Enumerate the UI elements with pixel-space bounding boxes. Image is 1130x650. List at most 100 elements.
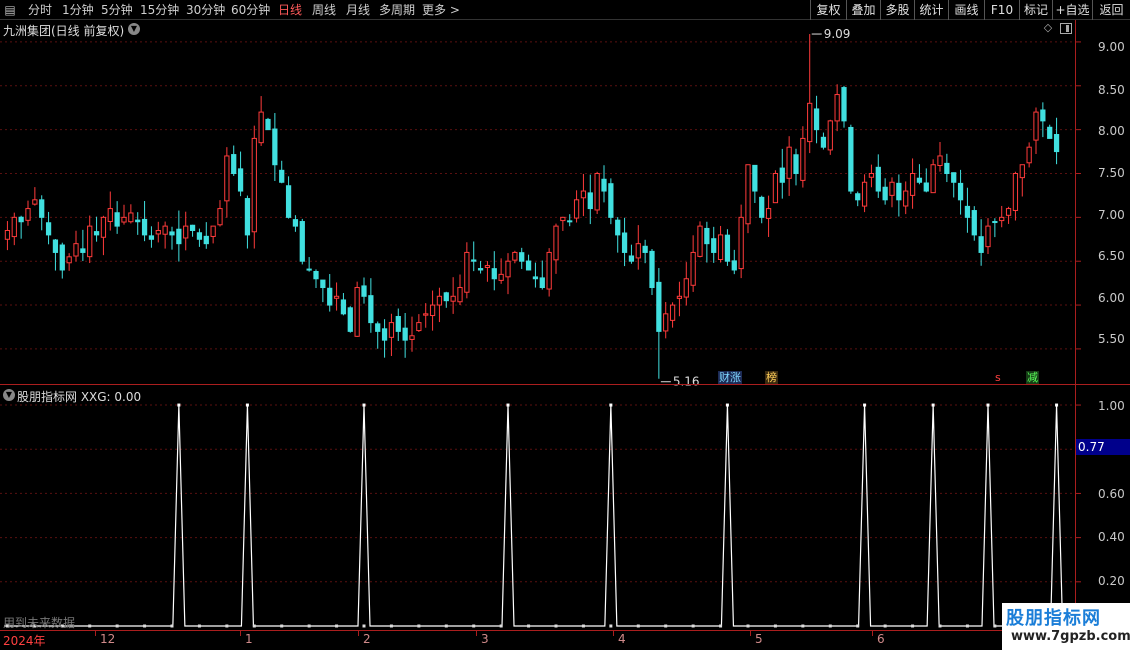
candle[interactable] bbox=[464, 242, 470, 299]
candle[interactable] bbox=[1019, 164, 1025, 197]
candle[interactable] bbox=[697, 221, 703, 258]
candle[interactable] bbox=[498, 258, 504, 284]
candle[interactable] bbox=[944, 153, 950, 183]
candle[interactable] bbox=[1053, 117, 1060, 165]
candle[interactable] bbox=[231, 145, 237, 176]
candle[interactable] bbox=[409, 316, 415, 352]
candle[interactable] bbox=[560, 216, 566, 231]
candle[interactable] bbox=[999, 205, 1005, 228]
candle[interactable] bbox=[66, 253, 72, 271]
candle[interactable] bbox=[505, 253, 511, 295]
candle[interactable] bbox=[615, 217, 621, 253]
candle[interactable] bbox=[210, 225, 216, 244]
candle[interactable] bbox=[320, 279, 326, 303]
candle[interactable] bbox=[978, 219, 984, 266]
candle[interactable] bbox=[484, 261, 491, 282]
candle[interactable] bbox=[676, 281, 683, 317]
candle[interactable] bbox=[916, 164, 923, 185]
candle[interactable] bbox=[820, 132, 827, 150]
candle[interactable] bbox=[841, 85, 847, 128]
candle[interactable] bbox=[923, 168, 929, 193]
candle[interactable] bbox=[176, 210, 182, 262]
candle[interactable] bbox=[539, 260, 545, 290]
candle[interactable] bbox=[786, 136, 792, 196]
candle[interactable] bbox=[196, 228, 203, 247]
candle[interactable] bbox=[39, 195, 45, 231]
candle[interactable] bbox=[272, 113, 278, 181]
candle[interactable] bbox=[169, 226, 175, 250]
candle[interactable] bbox=[964, 187, 971, 233]
candle[interactable] bbox=[114, 201, 120, 234]
candle[interactable] bbox=[669, 302, 676, 328]
candle[interactable] bbox=[738, 204, 744, 279]
candle[interactable] bbox=[224, 147, 230, 218]
candle[interactable] bbox=[237, 151, 244, 197]
candle[interactable] bbox=[951, 172, 957, 198]
candle[interactable] bbox=[519, 247, 525, 269]
candle[interactable] bbox=[546, 248, 552, 297]
candle[interactable] bbox=[834, 84, 840, 132]
candle[interactable] bbox=[395, 308, 401, 341]
candle[interactable] bbox=[471, 241, 477, 272]
candle[interactable] bbox=[128, 204, 134, 224]
candle[interactable] bbox=[1040, 102, 1046, 138]
candle[interactable] bbox=[573, 190, 580, 223]
candle[interactable] bbox=[937, 141, 943, 172]
candle[interactable] bbox=[909, 158, 916, 209]
candle[interactable] bbox=[203, 222, 209, 249]
candle[interactable] bbox=[861, 174, 868, 213]
candle[interactable] bbox=[800, 126, 806, 188]
candle[interactable] bbox=[779, 148, 785, 199]
candle[interactable] bbox=[333, 282, 340, 311]
candle[interactable] bbox=[717, 225, 724, 263]
chevron-down-icon[interactable]: ▼ bbox=[3, 389, 15, 401]
candle[interactable] bbox=[868, 164, 875, 188]
candle[interactable] bbox=[189, 224, 196, 237]
candle[interactable] bbox=[827, 119, 833, 155]
candle[interactable] bbox=[663, 302, 669, 339]
candle[interactable] bbox=[25, 200, 31, 226]
candle[interactable] bbox=[793, 148, 799, 186]
candle[interactable] bbox=[621, 217, 628, 267]
candle[interactable] bbox=[752, 164, 758, 203]
candle[interactable] bbox=[1012, 171, 1019, 221]
candle[interactable] bbox=[772, 170, 779, 204]
candle[interactable] bbox=[491, 251, 497, 291]
candle[interactable] bbox=[889, 177, 895, 208]
candle[interactable] bbox=[525, 254, 532, 271]
candle[interactable] bbox=[704, 221, 710, 263]
candle[interactable] bbox=[100, 215, 107, 256]
candle[interactable] bbox=[381, 319, 388, 358]
candle[interactable] bbox=[217, 200, 223, 227]
candle[interactable] bbox=[594, 171, 600, 215]
candle[interactable] bbox=[731, 249, 737, 275]
candle[interactable] bbox=[553, 223, 559, 274]
candle[interactable] bbox=[121, 204, 127, 225]
candle[interactable] bbox=[642, 239, 648, 264]
candle[interactable] bbox=[457, 274, 463, 306]
candle[interactable] bbox=[683, 262, 689, 306]
candle[interactable] bbox=[759, 195, 765, 224]
candle[interactable] bbox=[649, 248, 655, 296]
candle[interactable] bbox=[567, 214, 573, 227]
candle[interactable] bbox=[477, 261, 484, 274]
candle[interactable] bbox=[580, 173, 587, 217]
candle[interactable] bbox=[450, 277, 456, 314]
candle[interactable] bbox=[155, 221, 161, 243]
candle[interactable] bbox=[251, 125, 257, 249]
candle[interactable] bbox=[992, 218, 998, 238]
candle[interactable] bbox=[957, 169, 964, 215]
candle[interactable] bbox=[299, 218, 305, 265]
candle[interactable] bbox=[532, 262, 539, 288]
candle[interactable] bbox=[244, 195, 251, 249]
candle[interactable] bbox=[635, 225, 641, 270]
candle[interactable] bbox=[388, 313, 395, 356]
candle[interactable] bbox=[416, 314, 422, 333]
candle[interactable] bbox=[18, 215, 24, 239]
candle[interactable] bbox=[1047, 124, 1053, 139]
candle[interactable] bbox=[930, 159, 936, 194]
candle[interactable] bbox=[306, 257, 312, 272]
candle[interactable] bbox=[628, 244, 635, 264]
candle[interactable] bbox=[45, 211, 52, 245]
candle[interactable] bbox=[340, 293, 347, 316]
